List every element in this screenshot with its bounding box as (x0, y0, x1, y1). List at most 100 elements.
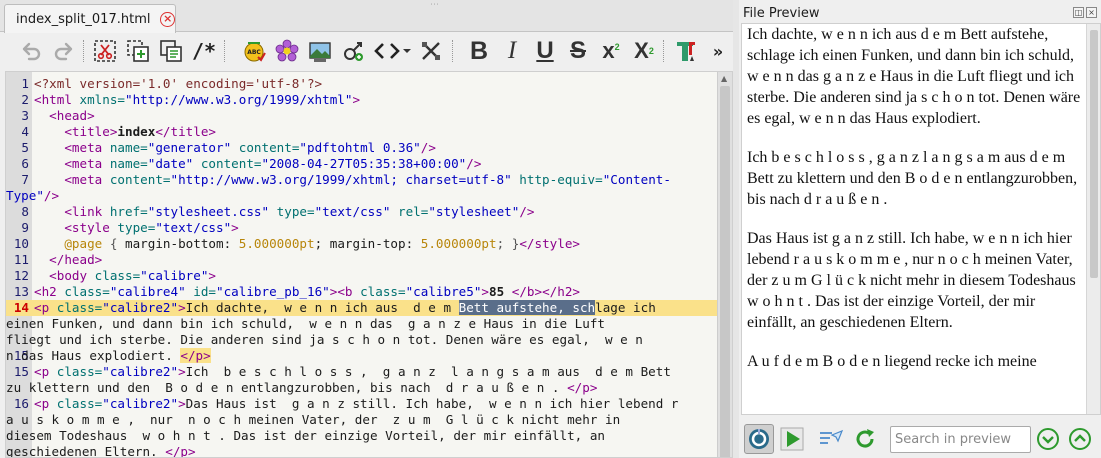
code-token: zu klettern und den B o d e n entlangzur… (6, 380, 568, 395)
line-number: 11 (13, 252, 29, 267)
code-token: "Content- (602, 172, 671, 187)
editor-scroll-thumb[interactable] (720, 86, 730, 457)
code-token: </p> (180, 348, 211, 363)
code-token: <html (34, 92, 72, 107)
strikethrough-button[interactable]: S (564, 37, 592, 65)
editor-scrollbar[interactable]: ▲ (717, 72, 732, 457)
more-icon: » (712, 41, 724, 61)
search-previous-button[interactable] (1065, 424, 1095, 454)
float-panel-icon[interactable]: ◫ (1073, 7, 1084, 18)
special-characters-button[interactable] (273, 37, 301, 65)
close-panel-icon[interactable]: × (1086, 7, 1097, 18)
code-token: > (178, 396, 186, 411)
code-token: "stylesheet.css" (147, 204, 270, 219)
preview-paragraph: A u f d e m B o d e n liegend recke ich … (747, 353, 1037, 370)
code-token: "pdftohtml 0.36" (299, 140, 421, 155)
undo-button[interactable] (17, 37, 45, 65)
svg-text:ABC: ABC (247, 49, 261, 56)
line-number: 2 (21, 92, 29, 107)
code-token: rel= (390, 204, 429, 219)
line-number: 7 (21, 172, 29, 187)
paste-button[interactable] (157, 37, 185, 65)
subscript-button[interactable]: X2 (630, 37, 658, 65)
insert-link-button[interactable] (339, 37, 367, 65)
run-preview-button[interactable] (777, 424, 807, 454)
line-number: 16 (13, 396, 29, 411)
code-line: fliegt und ich sterbe. Die anderen sind … (6, 332, 718, 348)
preview-paragraph: Ich b e s c h l o s s , g a n z l a n g … (747, 149, 1078, 208)
preview-paragraph: Ich dachte, w e n n ich aus d e m Bett a… (747, 26, 1081, 127)
preview-scrollbar[interactable] (1086, 24, 1100, 414)
code-token: </p> (567, 380, 598, 395)
scroll-up-icon[interactable]: ▲ (721, 74, 727, 83)
preview-scroll-thumb[interactable] (1090, 30, 1098, 278)
sync-preview-button[interactable] (744, 424, 774, 454)
toolbar-separator (224, 40, 226, 62)
tab-bar: index_split_017.html × ⋯ (0, 0, 733, 33)
code-token: Ich b e s c h l o s s , g a n z l a n g … (185, 364, 671, 379)
code-line: einen Funken, und dann bin ich schuld, w… (6, 316, 718, 332)
redo-button[interactable] (50, 37, 78, 65)
code-token: <head> (49, 108, 95, 123)
code-token: <h2 (34, 284, 57, 299)
code-editor[interactable]: 1 <?xml version='1.0' encoding='utf-8'?> … (5, 71, 733, 458)
underline-button[interactable]: U (531, 37, 559, 65)
comment-button[interactable]: /* (190, 37, 218, 65)
panel-dock-buttons: ◫ × (1073, 7, 1097, 18)
line-number: 13 (13, 284, 29, 299)
code-token: n das Haus explodiert. (6, 348, 181, 363)
spellcheck-button[interactable]: ABC (240, 37, 268, 65)
comment-icon: /* (191, 39, 217, 63)
copy-icon (127, 40, 149, 62)
insert-image-button[interactable] (306, 37, 334, 65)
line-number: 9 (21, 220, 29, 235)
line-number: 14 (13, 300, 29, 315)
code-tags-dropdown[interactable] (372, 37, 414, 65)
code-token: </head> (49, 252, 103, 267)
code-token: class= (49, 364, 103, 379)
sync-icon (749, 429, 769, 449)
code-line: 15 <p class="calibre2">Ich b e s c h l o … (6, 364, 718, 380)
code-token: class= (56, 284, 110, 299)
code-token: Type" (6, 188, 44, 203)
code-token: "text/css" (314, 204, 391, 219)
code-token: </style> (519, 236, 581, 251)
cut-button[interactable] (91, 37, 119, 65)
code-token: ; } (496, 236, 520, 251)
preview-search-input[interactable]: Search in preview (890, 426, 1031, 453)
code-token: </title> (155, 124, 217, 139)
panel-splitter[interactable] (733, 0, 739, 458)
preview-paragraph: Das Haus ist g a n z still. Ich habe, w … (747, 230, 1076, 331)
code-token: "http://www.w3.org/1999/xhtml; charset=u… (170, 172, 512, 187)
inspect-button[interactable] (816, 424, 846, 454)
code-token: margin-bottom (125, 236, 224, 251)
text-color-button[interactable] (672, 37, 700, 65)
tab-title: index_split_017.html (16, 11, 151, 27)
code-token: </b></h2> (511, 284, 580, 299)
superscript-button[interactable]: x2 (597, 37, 625, 65)
code-text: fliegt und ich sterbe. Die anderen sind … (6, 332, 643, 347)
code-token: @page (64, 236, 103, 251)
code-line: diesem Todeshaus w o h n t . Das ist der… (6, 428, 718, 444)
code-token: name= (102, 140, 148, 155)
bold-button[interactable]: B (465, 37, 493, 65)
code-token: 5.000000pt (238, 236, 315, 251)
reload-preview-button[interactable] (850, 424, 880, 454)
toolbar-overflow-button[interactable]: » (710, 37, 726, 65)
code-token: > (178, 364, 186, 379)
tab-index-split-017[interactable]: index_split_017.html × (4, 4, 176, 33)
code-token: type= (109, 220, 156, 235)
search-next-button[interactable] (1033, 424, 1063, 454)
strikethrough-icon: S (569, 37, 586, 64)
drag-grip-icon[interactable]: ⋯ (430, 0, 440, 10)
remove-formatting-button[interactable] (417, 37, 445, 65)
close-tab-icon[interactable]: × (160, 11, 175, 27)
redo-icon (54, 42, 73, 61)
file-preview[interactable]: Ich dachte, w e n n ich aus d e m Bett a… (741, 23, 1101, 415)
copy-button[interactable] (124, 37, 152, 65)
code-token: <title> (64, 124, 118, 139)
code-token: ; (314, 236, 330, 251)
code-line: a u s k o m m e , nur n o c h meinen Vat… (6, 412, 718, 428)
code-token: > (352, 92, 361, 107)
italic-button[interactable]: I (498, 37, 526, 65)
